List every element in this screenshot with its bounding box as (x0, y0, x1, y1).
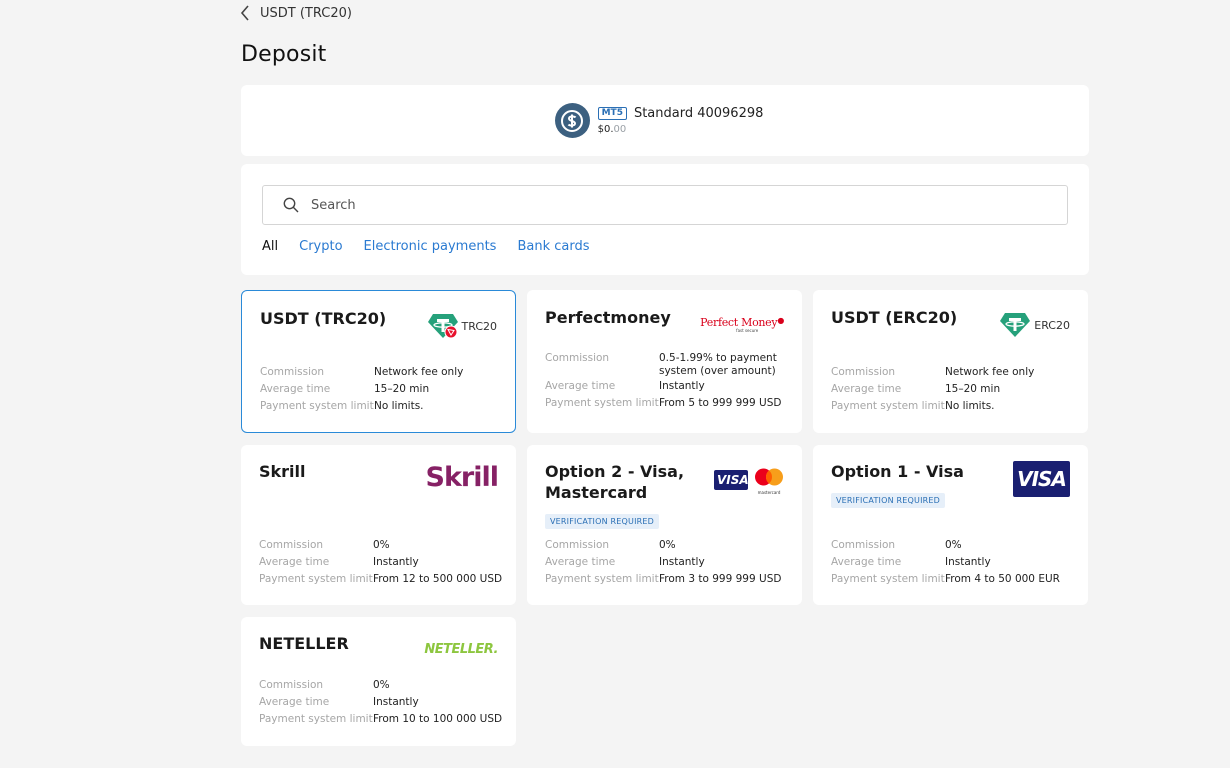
perfectmoney-logo: Perfect Money● fast secure (700, 316, 784, 333)
average-time-value: Instantly (659, 556, 705, 568)
average-time-value: Instantly (373, 556, 419, 568)
method-details: Commission 0% Average time Instantly Payme… (259, 677, 508, 728)
account-balance: $0.00 (598, 124, 764, 135)
payment-method-card[interactable]: USDT (TRC20) TRC20 Commission Network fee… (241, 290, 516, 433)
mastercard-label: mastercard (757, 490, 781, 495)
commission-label: Commission (260, 366, 325, 378)
account-name: Standard 40096298 (633, 106, 764, 121)
commission-label: Commission (831, 539, 896, 551)
skrill-logo: Skrill (425, 462, 499, 493)
commission-label: Commission (545, 539, 610, 551)
limit-label: Payment system limit (259, 573, 373, 585)
payment-method-card[interactable]: Option 1 - Visa VISA VERIFICATION REQUIR… (813, 445, 1088, 605)
limit-value: From 12 to 500 000 USD (373, 573, 503, 585)
method-details: Commission Network fee only Average time 1… (260, 364, 509, 415)
back-link[interactable]: USDT (TRC20) (240, 5, 352, 21)
limit-value: From 5 to 999 999 USD (659, 397, 782, 409)
search-icon (283, 197, 299, 213)
limit-value: From 4 to 50 000 EUR (945, 573, 1060, 585)
commission-label: Commission (831, 366, 896, 378)
tab-all[interactable]: All (262, 239, 278, 254)
average-time-label: Average time (545, 380, 616, 392)
category-tabs: All Crypto Electronic payments Bank card… (262, 239, 590, 254)
limit-value: From 10 to 100 000 USD (373, 713, 503, 725)
limit-label: Payment system limit (831, 400, 945, 412)
method-details: Commission 0% Average time Instantly Payme… (831, 537, 1080, 588)
average-time-value: 15–20 min (945, 383, 1001, 395)
average-time-label: Average time (831, 383, 902, 395)
commission-label: Commission (259, 679, 324, 691)
platform-badge: MT5 (597, 107, 627, 120)
search-input[interactable] (311, 197, 1011, 213)
tether-erc20-icon: ERC20 (998, 310, 1070, 340)
limit-label: Payment system limit (545, 397, 659, 409)
neteller-logo: NETELLER. (424, 642, 498, 657)
balance-cents: 00 (613, 124, 627, 135)
visa-logo: VISA (1013, 461, 1070, 497)
method-details: Commission 0% Average time Instantly Payme… (545, 537, 794, 588)
commission-value: Network fee only (945, 366, 1035, 378)
average-time-label: Average time (260, 383, 331, 395)
method-title: USDT (TRC20) (260, 309, 387, 328)
average-time-label: Average time (259, 696, 330, 708)
account-panel: MT5 Standard 40096298 $0.00 (241, 85, 1089, 156)
payment-method-card[interactable]: USDT (ERC20) ERC20 Commission Network fee… (813, 290, 1088, 433)
method-title: Perfectmoney (545, 308, 671, 327)
tab-crypto[interactable]: Crypto (299, 239, 342, 254)
logo-text: TRC20 (461, 319, 498, 333)
payment-method-card[interactable]: Perfectmoney Perfect Money● fast secure … (527, 290, 802, 433)
average-time-value: 15–20 min (374, 383, 430, 395)
commission-value: Network fee only (374, 366, 464, 378)
limit-value: No limits. (374, 400, 424, 412)
method-title: USDT (ERC20) (831, 308, 958, 327)
visa-badge: VISA (714, 470, 749, 490)
method-details: Commission 0% Average time Instantly Payme… (259, 537, 508, 588)
method-title: Option 1 - Visa (831, 462, 964, 481)
tab-electronic-payments[interactable]: Electronic payments (364, 239, 497, 254)
average-time-label: Average time (545, 556, 616, 568)
payment-method-card[interactable]: NETELLER NETELLER. Commission 0% Average … (241, 617, 516, 746)
average-time-value: Instantly (373, 696, 419, 708)
method-title: Skrill (259, 462, 306, 481)
commission-label: Commission (545, 352, 610, 364)
limit-value: From 3 to 999 999 USD (659, 573, 782, 585)
balance-main: $0. (597, 124, 614, 135)
average-time-label: Average time (831, 556, 902, 568)
payment-method-card[interactable]: Option 2 - Visa, Mastercard VISA masterc… (527, 445, 802, 605)
limit-value: No limits. (945, 400, 995, 412)
average-time-value: Instantly (945, 556, 991, 568)
dollar-coin-icon (554, 103, 590, 138)
payment-method-card[interactable]: Skrill Skrill Commission 0% Average time I… (241, 445, 516, 605)
limit-label: Payment system limit (545, 573, 659, 585)
chevron-left-icon (240, 5, 249, 21)
limit-label: Payment system limit (831, 573, 945, 585)
method-details: Commission 0.5-1.99% to payment system (o… (545, 350, 794, 412)
limit-label: Payment system limit (260, 400, 374, 412)
commission-value: 0% (373, 679, 390, 691)
method-details: Commission Network fee only Average time 1… (831, 364, 1080, 415)
limit-label: Payment system limit (259, 713, 373, 725)
verification-badge: VERIFICATION REQUIRED (831, 493, 946, 508)
account-selector[interactable]: MT5 Standard 40096298 $0.00 (554, 103, 764, 138)
commission-label: Commission (259, 539, 324, 551)
commission-value: 0% (373, 539, 390, 551)
commission-value: 0% (945, 539, 962, 551)
filter-panel: All Crypto Electronic payments Bank card… (241, 164, 1089, 275)
mastercard-icon (755, 468, 783, 486)
tether-trc20-icon: TRC20 (426, 311, 498, 341)
back-link-label: USDT (TRC20) (260, 5, 352, 21)
page-title: Deposit (241, 42, 327, 67)
average-time-label: Average time (259, 556, 330, 568)
commission-value: 0% (659, 539, 676, 551)
average-time-value: Instantly (659, 380, 705, 392)
commission-value: 0.5-1.99% to payment system (over amount… (659, 352, 777, 377)
visa-mastercard-logo: VISA mastercard (714, 468, 784, 495)
method-title: NETELLER (259, 634, 349, 653)
logo-text: ERC20 (1034, 318, 1070, 332)
search-box[interactable] (262, 185, 1068, 225)
verification-badge: VERIFICATION REQUIRED (545, 514, 660, 529)
method-title: Option 2 - Visa, Mastercard (545, 462, 685, 502)
tab-bank-cards[interactable]: Bank cards (517, 239, 589, 254)
